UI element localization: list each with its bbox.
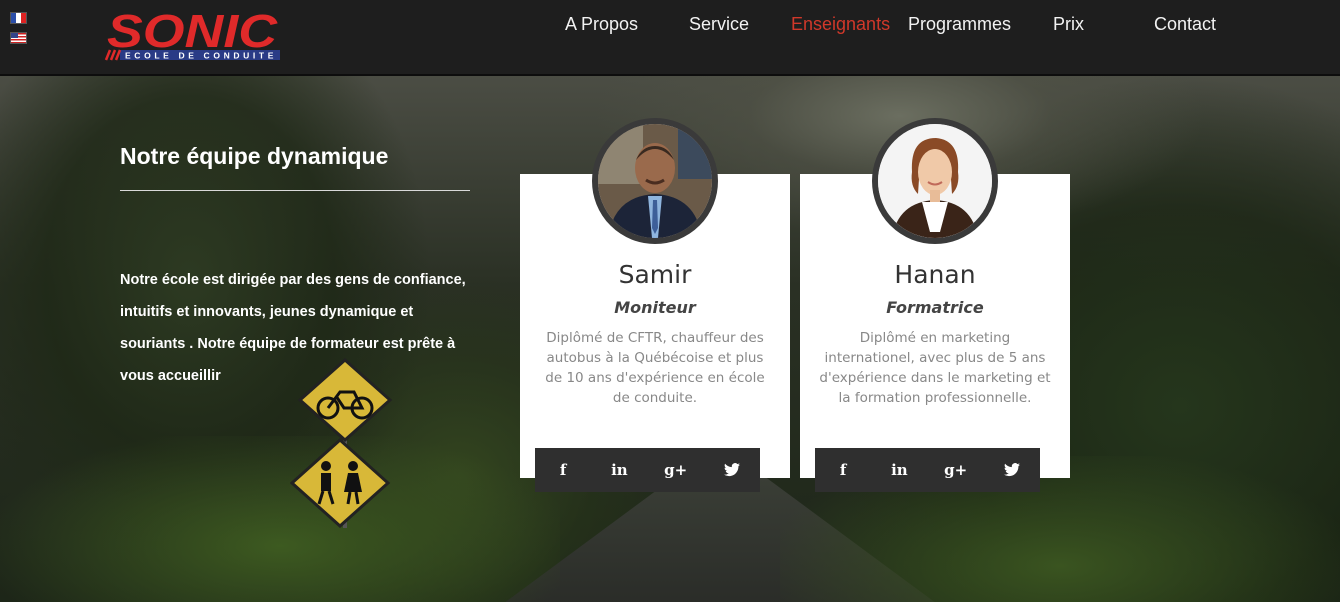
social-links: f in g+ [535, 448, 760, 492]
team-card-samir: Samir Moniteur Diplômé de CFTR, chauffeu… [520, 118, 790, 492]
nav-item-contact[interactable]: Contact [1154, 14, 1216, 36]
facebook-icon[interactable]: f [549, 456, 577, 484]
nav-item-service[interactable]: Service [689, 14, 749, 36]
nav-item-enseignants[interactable]: Enseignants [791, 14, 890, 36]
social-links: f in g+ [815, 448, 1040, 492]
us-flag-icon[interactable] [10, 32, 27, 44]
nav-item-prix[interactable]: Prix [1053, 14, 1084, 36]
bicycle-sign-icon [297, 358, 393, 443]
nav-item-a-propos[interactable]: A Propos [565, 14, 638, 36]
member-role: Formatrice [886, 298, 984, 317]
background-foliage [0, 436, 560, 602]
team-section: Notre équipe dynamique Notre école est d… [0, 76, 1340, 602]
section-title: Notre équipe dynamique [120, 143, 389, 169]
pedestrian-sign-icon [290, 437, 391, 528]
svg-text:ECOLE DE CONDUITE: ECOLE DE CONDUITE [125, 51, 275, 61]
title-divider [120, 190, 470, 191]
google-plus-icon[interactable]: g+ [942, 456, 970, 484]
google-plus-icon[interactable]: g+ [662, 456, 690, 484]
avatar [592, 118, 718, 244]
traffic-signs-image [290, 358, 393, 528]
linkedin-icon[interactable]: in [605, 456, 633, 484]
facebook-icon[interactable]: f [829, 456, 857, 484]
twitter-icon[interactable] [718, 456, 746, 484]
member-bio: Diplômé en marketing internationel, avec… [819, 330, 1051, 406]
svg-text:SONIC: SONIC [107, 6, 278, 57]
sonic-logo[interactable]: SONIC ECOLE DE CONDUITE [104, 6, 280, 64]
member-name: Hanan [894, 260, 976, 289]
french-flag-icon[interactable] [10, 12, 27, 24]
member-name: Samir [618, 260, 692, 289]
linkedin-icon[interactable]: in [885, 456, 913, 484]
avatar [872, 118, 998, 244]
member-role: Moniteur [614, 298, 696, 317]
team-card-hanan: Hanan Formatrice Diplômé en marketing in… [800, 118, 1070, 492]
nav-item-programmes[interactable]: Programmes [908, 14, 1011, 36]
twitter-icon[interactable] [998, 456, 1026, 484]
navbar: SONIC ECOLE DE CONDUITE A Propos Service… [0, 0, 1340, 76]
member-bio: Diplômé de CFTR, chauffeur des autobus à… [545, 330, 765, 406]
